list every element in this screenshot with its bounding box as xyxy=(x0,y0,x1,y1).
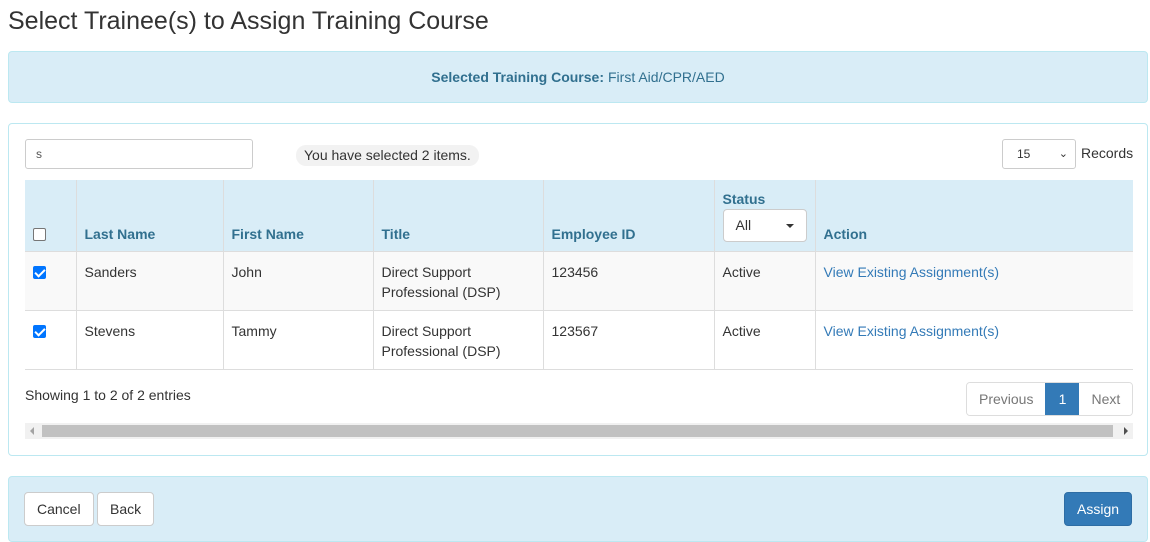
entries-info: Showing 1 to 2 of 2 entries xyxy=(25,387,191,403)
column-header-employee-id[interactable]: Employee ID xyxy=(543,180,715,251)
status-filter-select[interactable]: All xyxy=(722,208,807,242)
pagination: Previous 1 Next xyxy=(966,382,1134,416)
selected-course-banner: Selected Training Course: First Aid/CPR/… xyxy=(8,51,1148,103)
status-filter-value: All xyxy=(735,216,752,233)
action-footer: Cancel Back Assign xyxy=(8,476,1148,542)
selected-course-value: First Aid/CPR/AED xyxy=(608,69,725,85)
page-1-button[interactable]: 1 xyxy=(1045,383,1080,415)
table-header-row: Last Name First Name Title Employee ID S… xyxy=(25,180,1133,251)
trainee-table: Last Name First Name Title Employee ID S… xyxy=(25,180,1133,370)
select-all-checkbox[interactable] xyxy=(33,228,46,242)
page-title: Select Trainee(s) to Assign Training Cou… xyxy=(8,7,489,35)
cell-action: View Existing Assignment(s) xyxy=(815,309,1133,370)
cell-title: Direct Support Professional (DSP) xyxy=(373,250,544,310)
cell-action: View Existing Assignment(s) xyxy=(815,250,1133,310)
column-header-last-name[interactable]: Last Name xyxy=(76,180,224,251)
status-header-label: Status xyxy=(722,190,766,207)
view-existing-assignments-link[interactable]: View Existing Assignment(s) xyxy=(824,323,1000,339)
cell-employee-id: 123567 xyxy=(543,309,715,370)
selection-count-info: You have selected 2 items. xyxy=(296,145,479,166)
back-button[interactable]: Back xyxy=(97,492,155,526)
view-existing-assignments-link[interactable]: View Existing Assignment(s) xyxy=(824,264,1000,280)
search-input[interactable] xyxy=(25,139,253,169)
row-select-checkbox[interactable] xyxy=(33,325,46,339)
table-row: Stevens Tammy Direct Support Professiona… xyxy=(25,309,1133,370)
next-page-button[interactable]: Next xyxy=(1079,383,1133,415)
row-select-cell xyxy=(25,250,77,310)
column-header-action: Action xyxy=(815,180,1133,251)
scroll-left-arrow-icon[interactable] xyxy=(30,427,34,435)
cancel-button[interactable]: Cancel xyxy=(24,492,94,526)
chevron-down-icon: ⌄ xyxy=(1058,148,1068,160)
records-per-page-select[interactable]: 15 ⌄ xyxy=(1002,139,1076,169)
cell-first-name: John xyxy=(223,250,374,310)
cell-last-name: Stevens xyxy=(76,309,224,370)
column-header-title[interactable]: Title xyxy=(373,180,544,251)
cell-status: Active xyxy=(714,309,816,370)
records-label: Records xyxy=(1081,145,1134,161)
cell-employee-id: 123456 xyxy=(543,250,715,310)
cell-first-name: Tammy xyxy=(223,309,374,370)
cell-status: Active xyxy=(714,250,816,310)
scrollbar-thumb[interactable] xyxy=(42,425,1113,437)
records-per-page-value: 15 xyxy=(1017,147,1031,161)
selected-course-label: Selected Training Course: xyxy=(431,69,604,85)
cell-title: Direct Support Professional (DSP) xyxy=(373,309,544,370)
column-header-status: Status All xyxy=(714,180,816,251)
scroll-right-arrow-icon[interactable] xyxy=(1124,427,1128,435)
horizontal-scrollbar[interactable] xyxy=(25,423,1133,439)
caret-down-icon xyxy=(785,223,794,228)
cell-last-name: Sanders xyxy=(76,250,224,310)
assign-button[interactable]: Assign xyxy=(1064,492,1133,526)
row-select-cell xyxy=(25,309,77,370)
previous-page-button[interactable]: Previous xyxy=(967,383,1046,415)
row-select-checkbox[interactable] xyxy=(33,266,46,280)
trainee-panel: You have selected 2 items. 15 ⌄ Records … xyxy=(8,123,1148,456)
table-row: Sanders John Direct Support Professional… xyxy=(25,250,1133,310)
column-header-first-name[interactable]: First Name xyxy=(223,180,374,251)
select-all-header xyxy=(25,180,77,251)
